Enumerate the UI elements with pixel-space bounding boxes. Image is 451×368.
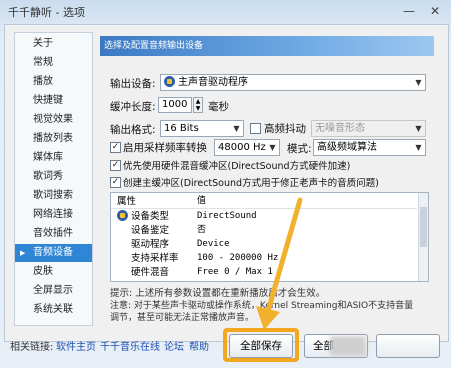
options-window: 千千静听 - 选项 — ✕ 关于 常规 播放 快捷键 视觉效果 播放列表 媒体库… — [0, 0, 451, 368]
annotation-arrow-icon — [256, 197, 303, 330]
